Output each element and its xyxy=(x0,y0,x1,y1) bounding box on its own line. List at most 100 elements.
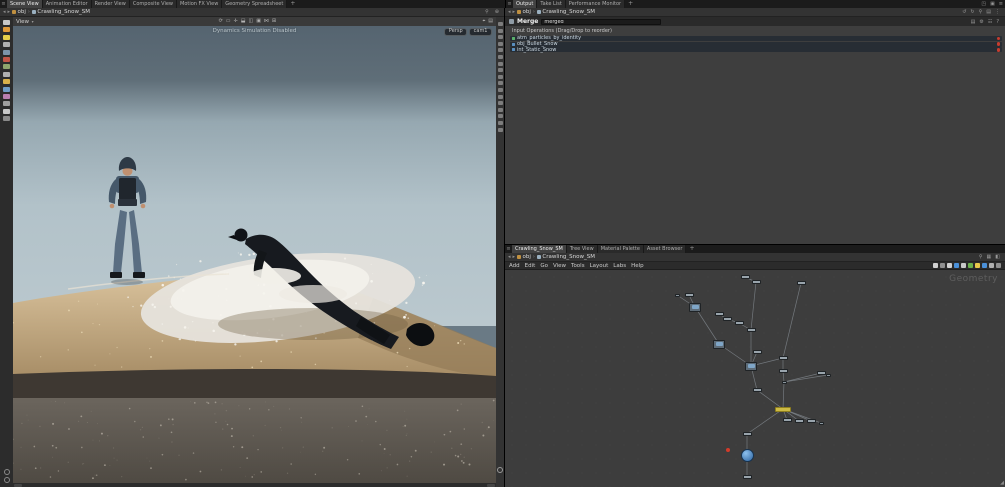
display-option-icon[interactable] xyxy=(497,61,503,66)
display-option-icon[interactable] xyxy=(497,28,503,33)
pathbar-action-icon[interactable]: ⚲ xyxy=(977,8,985,16)
display-option-icon[interactable] xyxy=(497,68,503,73)
parameter-header-icon[interactable]: ☷ xyxy=(986,18,994,26)
network-node[interactable] xyxy=(806,419,816,423)
network-node[interactable] xyxy=(751,280,761,284)
shelf-tool-icon[interactable] xyxy=(3,79,10,85)
viewport-help-icon[interactable] xyxy=(497,467,503,473)
network-node[interactable] xyxy=(825,373,831,377)
remove-input-button[interactable] xyxy=(996,42,1000,46)
viewport-tool-icon[interactable]: ⬓ xyxy=(241,17,246,26)
tab-material-palette[interactable]: Material Palette xyxy=(597,245,644,253)
network-node[interactable] xyxy=(674,293,680,297)
display-option-icon[interactable] xyxy=(497,87,503,92)
shelf-tool-icon[interactable] xyxy=(3,34,10,40)
network-node[interactable] xyxy=(781,380,787,384)
shelf-help-icon[interactable] xyxy=(3,468,10,475)
shelf-tool-icon[interactable] xyxy=(3,116,10,122)
network-node[interactable] xyxy=(722,317,732,321)
nav-forward-icon[interactable]: ▸ xyxy=(8,8,11,17)
network-node[interactable] xyxy=(734,321,744,325)
merge-input-row[interactable]: atm_particles_by_identity xyxy=(510,35,1002,41)
nav-back-icon[interactable]: ◂ xyxy=(508,253,511,262)
tab-geometry-spreadsheet[interactable]: Geometry Spreadsheet xyxy=(222,0,288,8)
menu-add[interactable]: Add xyxy=(509,263,520,269)
display-option-icon[interactable] xyxy=(497,35,503,40)
viewport-bottom-right-icon[interactable] xyxy=(487,483,495,487)
network-node-display[interactable] xyxy=(740,448,754,462)
network-node[interactable] xyxy=(794,419,804,423)
parameter-header-icon[interactable]: ⚙ xyxy=(977,18,985,26)
display-option-icon[interactable] xyxy=(497,41,503,46)
network-node[interactable] xyxy=(745,361,757,371)
pathbar-action-icon[interactable]: ↻ xyxy=(968,8,976,16)
network-toolbar-icon[interactable] xyxy=(961,263,966,268)
tab-output[interactable]: Output xyxy=(513,0,538,8)
merge-input-row[interactable]: obj_Bullet_Snow xyxy=(510,41,1002,47)
viewport-3d[interactable]: Dynamics Simulation Disabled Persp cam1 xyxy=(13,26,496,483)
camera-select-button[interactable]: Persp xyxy=(444,27,468,36)
tab-motion-fx-view[interactable]: Motion FX View xyxy=(177,0,223,8)
path-current-chip[interactable]: Crawling_Snow_SM xyxy=(536,9,595,15)
path-root-chip[interactable]: obj xyxy=(12,9,26,15)
network-node[interactable] xyxy=(742,432,752,436)
path-current-chip[interactable]: Crawling_Snow_SM xyxy=(31,9,90,15)
display-option-icon[interactable] xyxy=(497,74,503,79)
shelf-tool-icon[interactable] xyxy=(3,20,10,25)
display-option-icon[interactable] xyxy=(497,54,503,59)
network-node[interactable] xyxy=(816,371,826,375)
pin-icon[interactable]: ⚲ xyxy=(483,8,491,16)
nav-back-icon[interactable]: ◂ xyxy=(508,8,511,17)
network-node[interactable] xyxy=(752,388,762,392)
node-name-field[interactable] xyxy=(541,18,662,25)
network-toolbar-icon[interactable] xyxy=(940,263,945,268)
nav-forward-icon[interactable]: ▸ xyxy=(513,8,516,17)
view-menu[interactable]: View xyxy=(16,19,29,25)
pathbar-action-icon[interactable]: ↺ xyxy=(960,8,968,16)
network-node[interactable] xyxy=(714,312,724,316)
network-node[interactable] xyxy=(796,281,806,285)
network-toolbar-icon[interactable] xyxy=(975,263,980,268)
display-option-icon[interactable] xyxy=(497,101,503,106)
network-node[interactable] xyxy=(746,328,756,332)
viewport-bottom-left-icon[interactable] xyxy=(14,483,22,487)
network-toolbar-icon[interactable] xyxy=(989,263,994,268)
parameter-header-icon[interactable]: ? xyxy=(994,18,1001,26)
pathbar-action-icon[interactable]: ▤ xyxy=(984,8,993,16)
pathbar-action-icon[interactable]: ▦ xyxy=(985,253,994,261)
viewport-tool-icon[interactable]: ▣ xyxy=(256,17,261,26)
viewport-tool-icon[interactable]: ▭ xyxy=(226,17,231,26)
window-layout-icon[interactable]: ◳ xyxy=(979,0,988,8)
network-node[interactable] xyxy=(752,350,762,354)
tab-animation-editor[interactable]: Animation Editor xyxy=(42,0,92,8)
shelf-tool-icon[interactable] xyxy=(3,27,10,33)
network-toolbar-icon[interactable] xyxy=(947,263,952,268)
nav-back-icon[interactable]: ◂ xyxy=(3,8,6,17)
network-node[interactable] xyxy=(742,475,752,479)
viewport-tool-icon[interactable]: ◫ xyxy=(248,17,253,26)
network-node[interactable] xyxy=(782,418,792,422)
tab-take-list[interactable]: Take List xyxy=(537,0,566,8)
tab-performance-monitor[interactable]: Performance Monitor xyxy=(565,0,626,8)
menu-layout[interactable]: Layout xyxy=(590,263,609,269)
network-toolbar-icon[interactable] xyxy=(954,263,959,268)
nav-forward-icon[interactable]: ▸ xyxy=(513,253,516,262)
pathbar-action-icon[interactable]: ◧ xyxy=(993,253,1002,261)
network-canvas[interactable]: Geometry ◢ xyxy=(505,270,1005,487)
shelf-tool-icon[interactable] xyxy=(3,101,10,107)
tab-tree-view[interactable]: Tree View xyxy=(566,245,598,253)
tab-crawling-snow-sm[interactable]: Crawling_Snow_SM xyxy=(512,245,567,253)
network-node[interactable] xyxy=(778,356,788,360)
menu-tools[interactable]: Tools xyxy=(571,263,585,269)
tab-scene-view[interactable]: Scene View xyxy=(7,0,43,8)
pathbar-action-icon[interactable]: ⚲ xyxy=(977,253,985,261)
tab-composite-view[interactable]: Composite View xyxy=(129,0,177,8)
path-root-chip[interactable]: obj xyxy=(517,9,531,15)
viewport-tool-icon[interactable]: ⋈ xyxy=(264,17,269,26)
network-node[interactable] xyxy=(689,302,701,312)
display-option-icon[interactable] xyxy=(497,81,503,86)
network-node[interactable] xyxy=(818,421,824,425)
network-node[interactable] xyxy=(713,339,725,349)
remove-input-button[interactable] xyxy=(996,48,1000,52)
display-option-icon[interactable] xyxy=(497,107,503,112)
